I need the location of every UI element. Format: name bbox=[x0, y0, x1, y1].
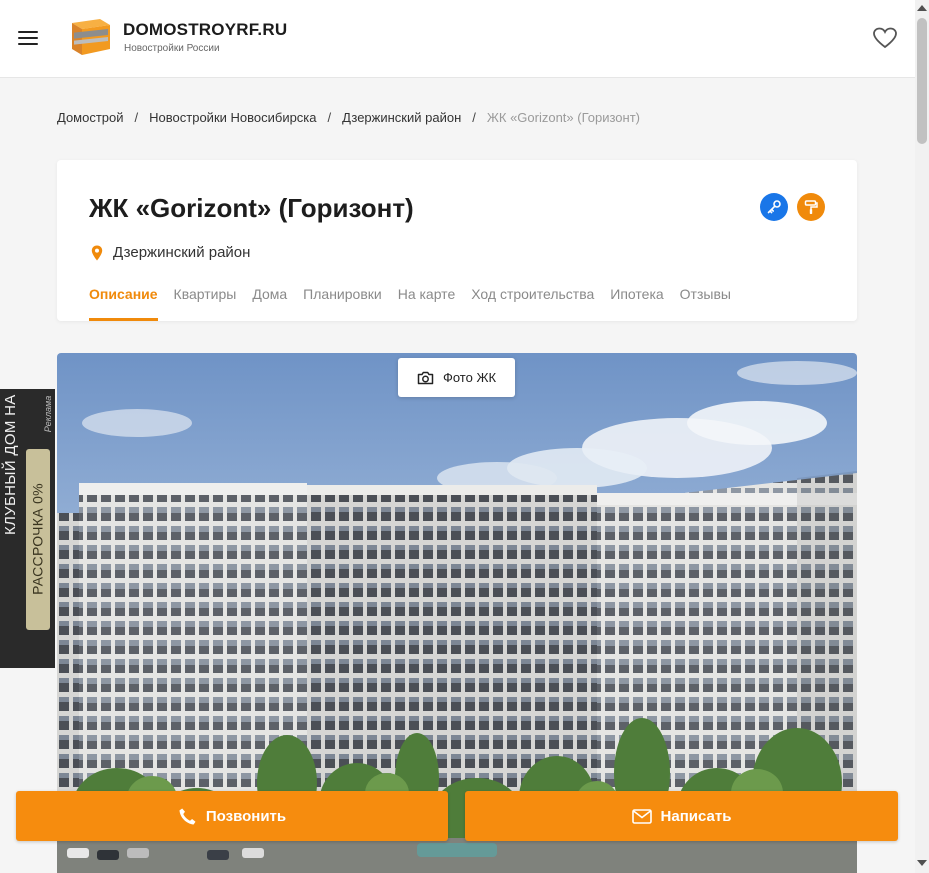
call-button[interactable]: Позвонить bbox=[16, 791, 448, 841]
photo-gallery-label: Фото ЖК bbox=[442, 370, 497, 385]
ad-headline: КЛУБНЫЙ ДОМ НА БЕРЕГУ ОКИ bbox=[2, 389, 19, 535]
tab-description[interactable]: Описание bbox=[89, 286, 158, 321]
logo-title: DOMOSTROYRF.RU bbox=[123, 20, 288, 39]
logo-subtitle: Новостройки России bbox=[124, 43, 220, 54]
breadcrumb-separator: / bbox=[472, 110, 476, 125]
scroll-down-arrow-icon[interactable] bbox=[917, 860, 927, 866]
tab-houses[interactable]: Дома bbox=[252, 286, 287, 321]
camera-icon bbox=[417, 371, 434, 384]
location-pin-icon bbox=[91, 245, 103, 261]
tab-mortgage[interactable]: Ипотека bbox=[610, 286, 663, 321]
site-header: DOMOSTROYRF.RU Новостройки России bbox=[0, 0, 915, 78]
tab-reviews[interactable]: Отзывы bbox=[680, 286, 731, 321]
scrollbar-thumb[interactable] bbox=[917, 18, 927, 144]
phone-icon bbox=[179, 808, 196, 824]
tab-apartments[interactable]: Квартиры bbox=[174, 286, 237, 321]
paint-roller-badge[interactable] bbox=[797, 193, 825, 221]
tab-floor-plans[interactable]: Планировки bbox=[303, 286, 382, 321]
scroll-up-arrow-icon[interactable] bbox=[917, 5, 927, 11]
side-advertisement[interactable]: КЛУБНЫЙ ДОМ НА БЕРЕГУ ОКИ РАССРОЧКА 0% Р… bbox=[0, 389, 55, 668]
call-button-label: Позвонить bbox=[205, 807, 287, 825]
site-logo[interactable]: DOMOSTROYRF.RU Новостройки России bbox=[70, 17, 300, 61]
paint-roller-icon bbox=[804, 200, 818, 214]
breadcrumb-link-home[interactable]: Домострой bbox=[57, 110, 124, 125]
envelope-icon bbox=[631, 808, 652, 824]
breadcrumb-current: ЖК «Gorizont» (Горизонт) bbox=[486, 110, 640, 125]
photo-gallery-button[interactable]: Фото ЖК bbox=[398, 358, 515, 397]
write-button[interactable]: Написать bbox=[465, 791, 898, 841]
page-title: ЖК «Gorizont» (Горизонт) bbox=[89, 193, 414, 223]
page-scrollbar[interactable] bbox=[915, 0, 929, 873]
tab-map[interactable]: На карте bbox=[398, 286, 456, 321]
ad-badge: РАССРОЧКА 0% bbox=[29, 483, 46, 595]
breadcrumb: Домострой / Новостройки Новосибирска / Дзерж… bbox=[57, 110, 640, 125]
write-button-label: Написать bbox=[660, 807, 732, 825]
key-icon bbox=[767, 200, 781, 214]
breadcrumb-link-district[interactable]: Дзержинский район bbox=[342, 110, 461, 125]
logo-mark-icon bbox=[72, 19, 110, 55]
ad-badge-wrap: РАССРОЧКА 0% bbox=[30, 483, 47, 595]
tab-construction-progress[interactable]: Ход строительства bbox=[471, 286, 594, 321]
heart-icon[interactable] bbox=[872, 26, 898, 50]
breadcrumb-link-novostroyki[interactable]: Новостройки Новосибирска bbox=[149, 110, 316, 125]
complex-info-card: ЖК «Gorizont» (Горизонт) Дзержинский рай… bbox=[57, 160, 857, 321]
breadcrumb-separator: / bbox=[134, 110, 139, 125]
section-tabs: Описание Квартиры Дома Планировки На кар… bbox=[89, 286, 747, 321]
location-text: Дзержинский район bbox=[113, 244, 251, 261]
ad-label: Реклама bbox=[43, 395, 53, 433]
hamburger-icon[interactable] bbox=[18, 29, 40, 47]
breadcrumb-separator: / bbox=[327, 110, 332, 125]
key-badge[interactable] bbox=[760, 193, 788, 221]
